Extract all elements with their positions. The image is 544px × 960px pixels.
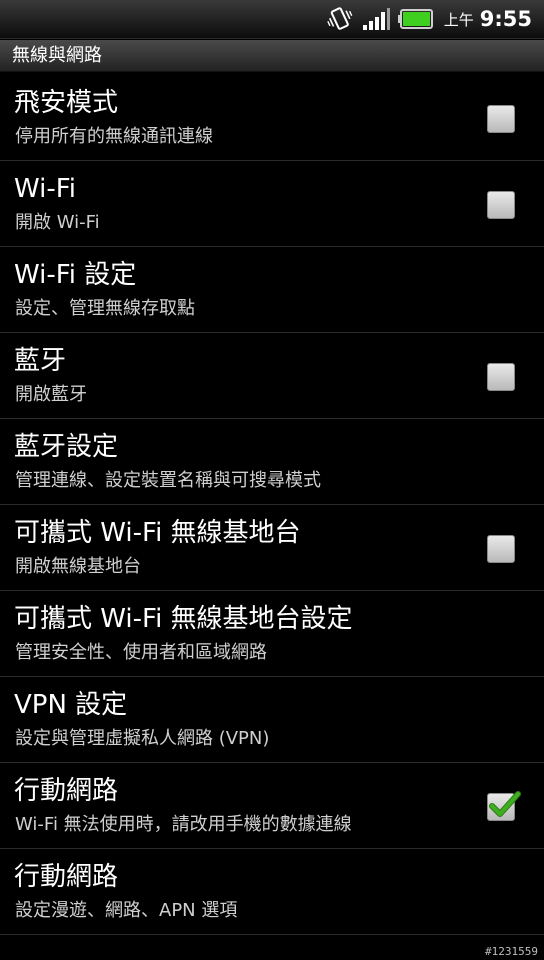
setting-summary: 開啟 Wi-Fi bbox=[15, 212, 100, 233]
setting-title: Wi-Fi 設定 bbox=[14, 260, 137, 290]
setting-mobile-data[interactable]: 行動網路 Wi-Fi 無法使用時，請改用手機的數據連線 bbox=[0, 763, 544, 849]
setting-title: 藍牙設定 bbox=[14, 432, 119, 462]
setting-summary: 管理安全性、使用者和區域網路 bbox=[15, 642, 267, 663]
clock: 9:55 bbox=[479, 7, 532, 31]
ampm-indicator: 上午 bbox=[443, 10, 474, 29]
setting-title: 可攜式 Wi-Fi 無線基地台設定 bbox=[14, 604, 353, 634]
wifi-checkbox[interactable] bbox=[487, 191, 515, 219]
mobile-data-checkbox[interactable] bbox=[487, 791, 521, 821]
checkmark-icon bbox=[487, 788, 521, 826]
setting-mobile-network[interactable]: 行動網路 設定漫遊、網路、APN 選項 bbox=[0, 849, 544, 935]
portable-hotspot-checkbox[interactable] bbox=[487, 535, 515, 563]
setting-vpn[interactable]: VPN 設定 設定與管理虛擬私人網路 (VPN) bbox=[0, 677, 544, 763]
setting-wifi-settings[interactable]: Wi-Fi 設定 設定、管理無線存取點 bbox=[0, 247, 544, 333]
vibrate-icon bbox=[326, 5, 354, 33]
setting-portable-hotspot-settings[interactable]: 可攜式 Wi-Fi 無線基地台設定 管理安全性、使用者和區域網路 bbox=[0, 591, 544, 677]
setting-title: 可攜式 Wi-Fi 無線基地台 bbox=[14, 518, 301, 548]
image-tag: #1231559 bbox=[485, 945, 538, 958]
setting-summary: 管理連線、設定裝置名稱與可搜尋模式 bbox=[15, 470, 321, 491]
airplane-mode-checkbox[interactable] bbox=[487, 105, 515, 133]
setting-summary: 開啟無線基地台 bbox=[15, 556, 141, 577]
battery-icon bbox=[397, 9, 434, 29]
setting-bluetooth[interactable]: 藍牙 開啟藍牙 bbox=[0, 333, 544, 419]
setting-summary: 設定與管理虛擬私人網路 (VPN) bbox=[15, 728, 270, 749]
setting-airplane-mode[interactable]: 飛安模式 停用所有的無線通訊連線 bbox=[0, 75, 544, 161]
setting-title: VPN 設定 bbox=[14, 690, 128, 720]
setting-summary: 開啟藍牙 bbox=[15, 384, 87, 405]
status-bar: 上午 9:55 bbox=[0, 0, 544, 39]
setting-summary: 停用所有的無線通訊連線 bbox=[15, 126, 213, 147]
settings-list: 飛安模式 停用所有的無線通訊連線 Wi-Fi 開啟 Wi-Fi Wi-Fi 設定… bbox=[0, 75, 544, 935]
setting-title: 飛安模式 bbox=[14, 88, 119, 118]
setting-portable-hotspot[interactable]: 可攜式 Wi-Fi 無線基地台 開啟無線基地台 bbox=[0, 505, 544, 591]
setting-title: 行動網路 bbox=[14, 862, 119, 892]
setting-title: Wi-Fi bbox=[14, 174, 77, 204]
setting-summary: Wi-Fi 無法使用時，請改用手機的數據連線 bbox=[15, 814, 352, 835]
setting-summary: 設定漫遊、網路、APN 選項 bbox=[15, 900, 238, 921]
section-header: 無線與網路 bbox=[0, 40, 544, 72]
setting-bluetooth-settings[interactable]: 藍牙設定 管理連線、設定裝置名稱與可搜尋模式 bbox=[0, 419, 544, 505]
setting-title: 行動網路 bbox=[14, 776, 119, 806]
setting-summary: 設定、管理無線存取點 bbox=[15, 298, 195, 319]
setting-wifi[interactable]: Wi-Fi 開啟 Wi-Fi bbox=[0, 161, 544, 247]
setting-title: 藍牙 bbox=[14, 346, 67, 376]
bluetooth-checkbox[interactable] bbox=[487, 363, 515, 391]
status-icons: 上午 9:55 bbox=[318, 0, 532, 38]
signal-icon bbox=[362, 7, 390, 31]
